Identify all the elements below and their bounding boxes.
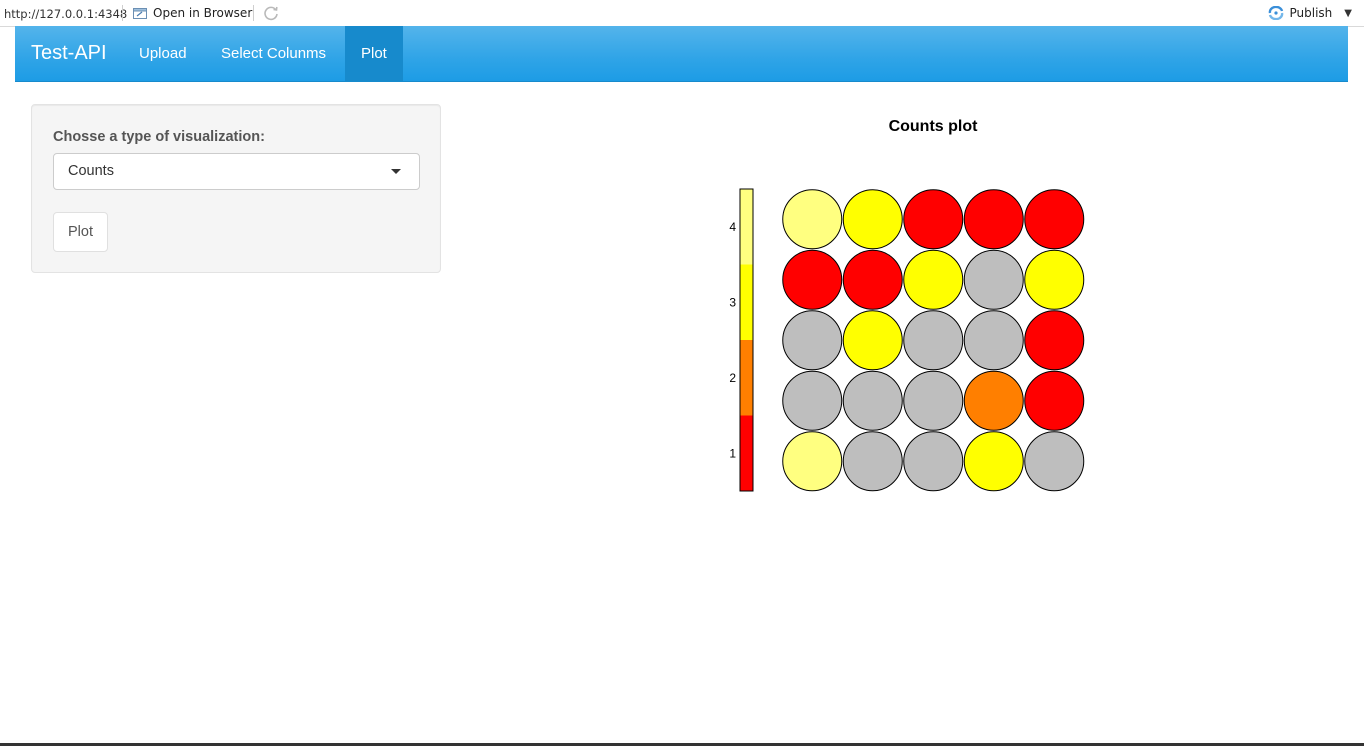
count-cell-r1-c3 (903, 189, 964, 250)
count-cell-r2-c5 (1024, 249, 1085, 310)
tab-upload[interactable]: Upload (122, 26, 204, 81)
count-cell-r2-c2 (842, 249, 903, 310)
count-cell-r5-c5 (1024, 431, 1085, 492)
count-cell-r3-c5 (1024, 310, 1085, 371)
publish-icon (1268, 6, 1283, 20)
legend-segment-2 (740, 340, 753, 416)
count-cell-r5-c4 (963, 431, 1024, 492)
legend-tick-label: 3 (729, 295, 736, 309)
sidebar-panel: Chosse a type of visualization: Counts P… (31, 104, 441, 273)
count-cell-r2-c3 (903, 249, 964, 310)
plot-button[interactable]: Plot (53, 212, 108, 252)
legend-tick-label: 4 (729, 220, 736, 234)
tab-select-columns[interactable]: Select Colunms (204, 26, 343, 81)
count-cell-r5-c1 (782, 431, 843, 492)
counts-plot-svg: Counts plot 1 2 3 4 (729, 118, 1085, 492)
select-value: Counts (68, 163, 114, 179)
count-cell-r2-c4 (963, 249, 1024, 310)
count-cell-r5-c2 (842, 431, 903, 492)
counts-plot: Counts plot 1 2 3 4 (480, 104, 1340, 504)
count-cell-r3-c2 (842, 310, 903, 371)
toolbar-divider (253, 5, 254, 21)
open-in-browser-label: Open in Browser (153, 6, 253, 20)
publish-label: Publish (1289, 6, 1333, 20)
count-cell-r4-c5 (1024, 370, 1085, 431)
count-cell-r4-c2 (842, 370, 903, 431)
count-cell-r5-c3 (903, 431, 964, 492)
legend-tick-label: 2 (729, 371, 736, 385)
color-legend: 1 2 3 4 (729, 188, 754, 492)
navbar: Test-API Upload Select Colunms Plot (15, 26, 1348, 82)
count-cell-r4-c4 (963, 370, 1024, 431)
count-cell-r4-c3 (903, 370, 964, 431)
refresh-icon[interactable] (263, 5, 279, 21)
chevron-down-icon (391, 169, 401, 174)
legend-tick-label: 1 (729, 446, 736, 460)
visualization-type-select[interactable]: Counts (53, 153, 420, 190)
count-cell-r4-c1 (782, 370, 843, 431)
publish-button[interactable]: Publish ▼ (1268, 5, 1352, 21)
legend-segment-3 (740, 264, 753, 340)
legend-segment-4 (740, 189, 753, 265)
count-cell-r2-c1 (782, 249, 843, 310)
count-grid (782, 189, 1085, 492)
count-cell-r1-c2 (842, 189, 903, 250)
count-cell-r3-c1 (782, 310, 843, 371)
viewer-url[interactable]: http://127.0.0.1:4348 (4, 7, 127, 21)
visualization-type-label: Chosse a type of visualization: (53, 129, 265, 145)
tab-plot[interactable]: Plot (345, 26, 403, 81)
legend-segment-1 (740, 415, 753, 491)
open-in-browser-button[interactable]: Open in Browser (133, 5, 252, 21)
toolbar-divider (122, 5, 123, 21)
count-cell-r1-c5 (1024, 189, 1085, 250)
browser-window-icon (133, 8, 147, 19)
count-cell-r3-c3 (903, 310, 964, 371)
count-cell-r1-c4 (963, 189, 1024, 250)
viewer-toolbar: http://127.0.0.1:4348 Open in Browser Pu… (0, 0, 1364, 27)
count-cell-r1-c1 (782, 189, 843, 250)
chevron-down-icon[interactable]: ▼ (1344, 8, 1352, 19)
chart-title: Counts plot (889, 118, 979, 135)
count-cell-r3-c4 (963, 310, 1024, 371)
app-brand[interactable]: Test-API (31, 26, 107, 81)
